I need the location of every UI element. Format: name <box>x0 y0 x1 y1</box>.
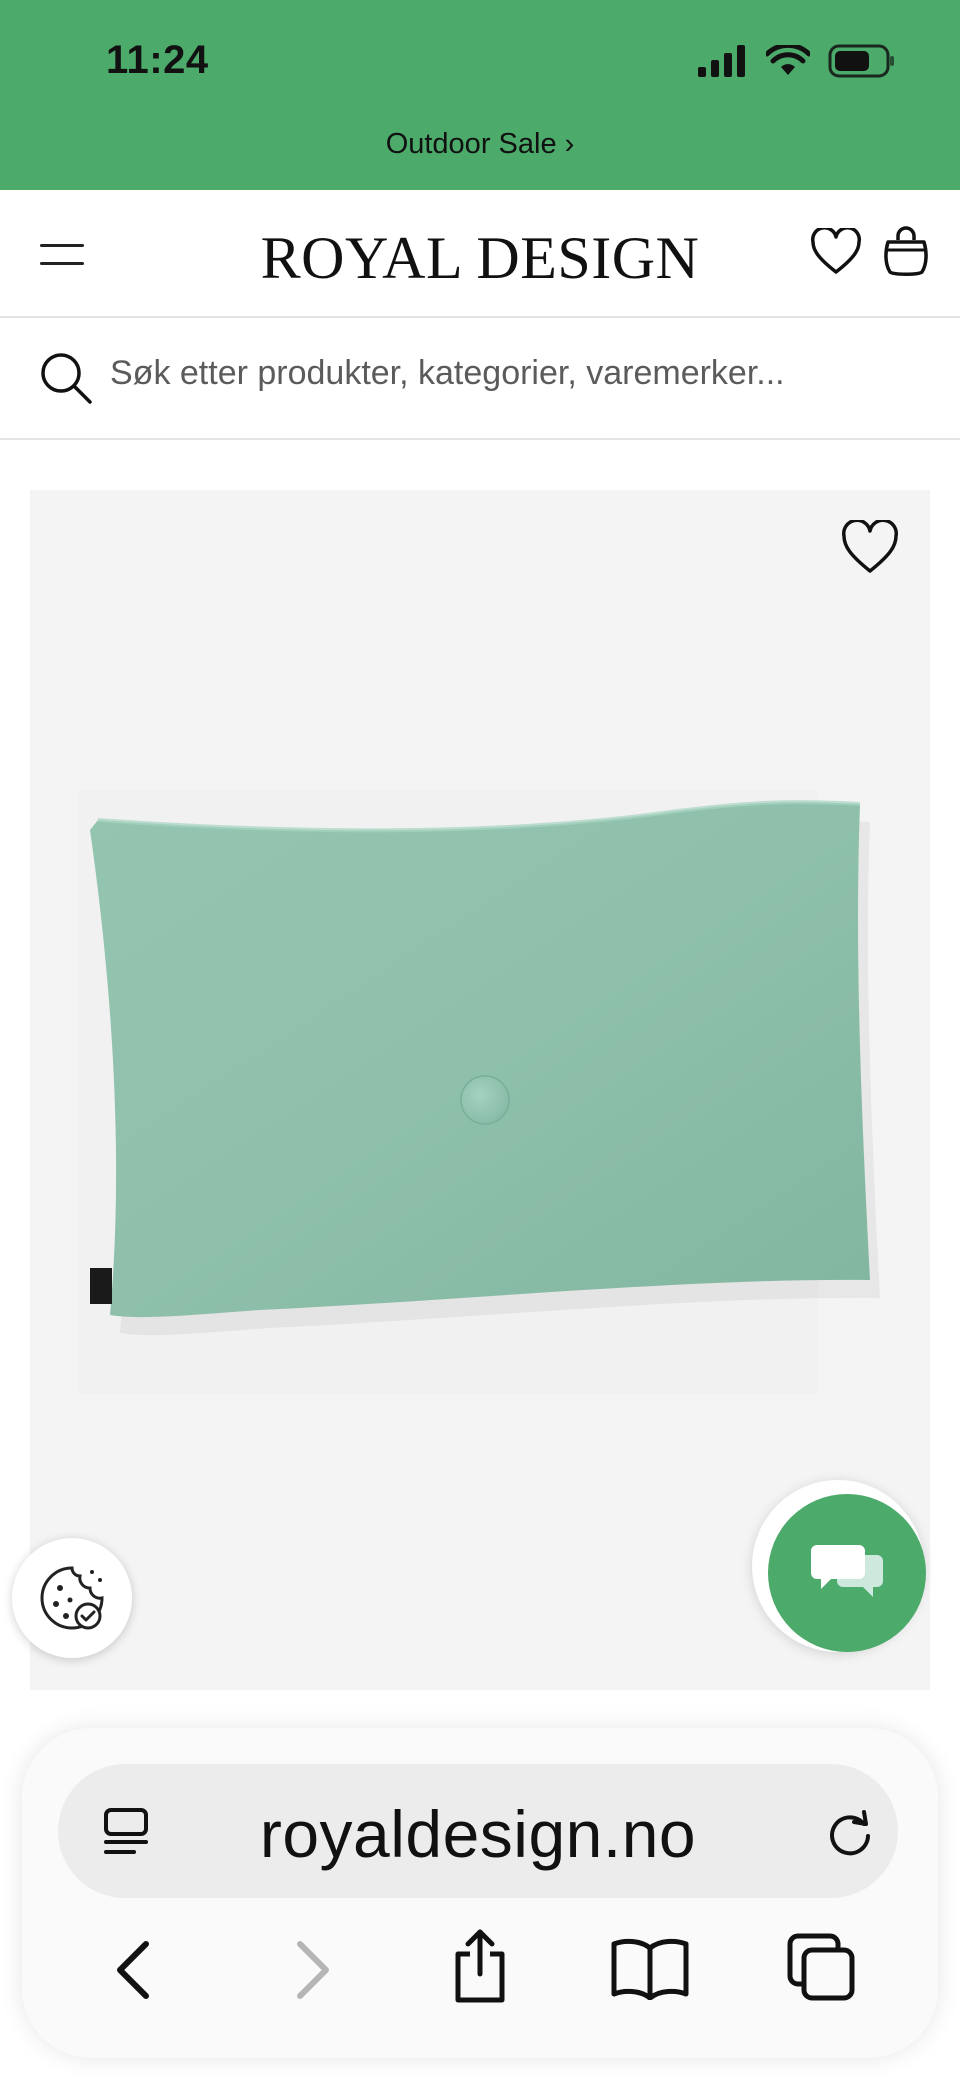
heart-icon[interactable] <box>840 520 900 576</box>
browser-nav-row <box>22 1918 938 2028</box>
battery-icon <box>828 44 894 78</box>
wifi-icon <box>766 45 810 75</box>
top-banner: 11:24 Outdoor Sale › <box>0 0 960 190</box>
tabs-icon[interactable] <box>786 1932 858 2004</box>
bookmarks-icon[interactable] <box>610 1936 690 2000</box>
back-icon[interactable] <box>110 1938 154 2002</box>
reload-icon[interactable] <box>824 1806 876 1858</box>
pillow-image <box>78 790 880 1394</box>
promo-link[interactable]: Outdoor Sale › <box>0 128 960 161</box>
chat-button[interactable] <box>768 1494 926 1652</box>
share-icon[interactable] <box>448 1926 512 2006</box>
site-header: ROYAL DESIGN <box>0 190 960 318</box>
search-icon <box>41 353 92 404</box>
heart-icon[interactable] <box>810 228 862 276</box>
cookie-settings-button[interactable] <box>12 1538 132 1658</box>
status-time: 11:24 <box>106 38 209 82</box>
search-input[interactable] <box>110 354 930 393</box>
cookie-icon <box>40 1566 104 1630</box>
browser-toolbar: royaldesign.no <box>22 1728 938 2058</box>
chat-icon <box>811 1545 883 1597</box>
forward-icon[interactable] <box>292 1938 336 2002</box>
address-bar[interactable]: royaldesign.no <box>58 1764 898 1898</box>
status-icons <box>698 44 896 78</box>
url-text[interactable]: royaldesign.no <box>58 1796 898 1872</box>
search-bar <box>0 320 960 440</box>
signal-icon <box>698 45 745 77</box>
bag-icon[interactable] <box>882 224 930 278</box>
